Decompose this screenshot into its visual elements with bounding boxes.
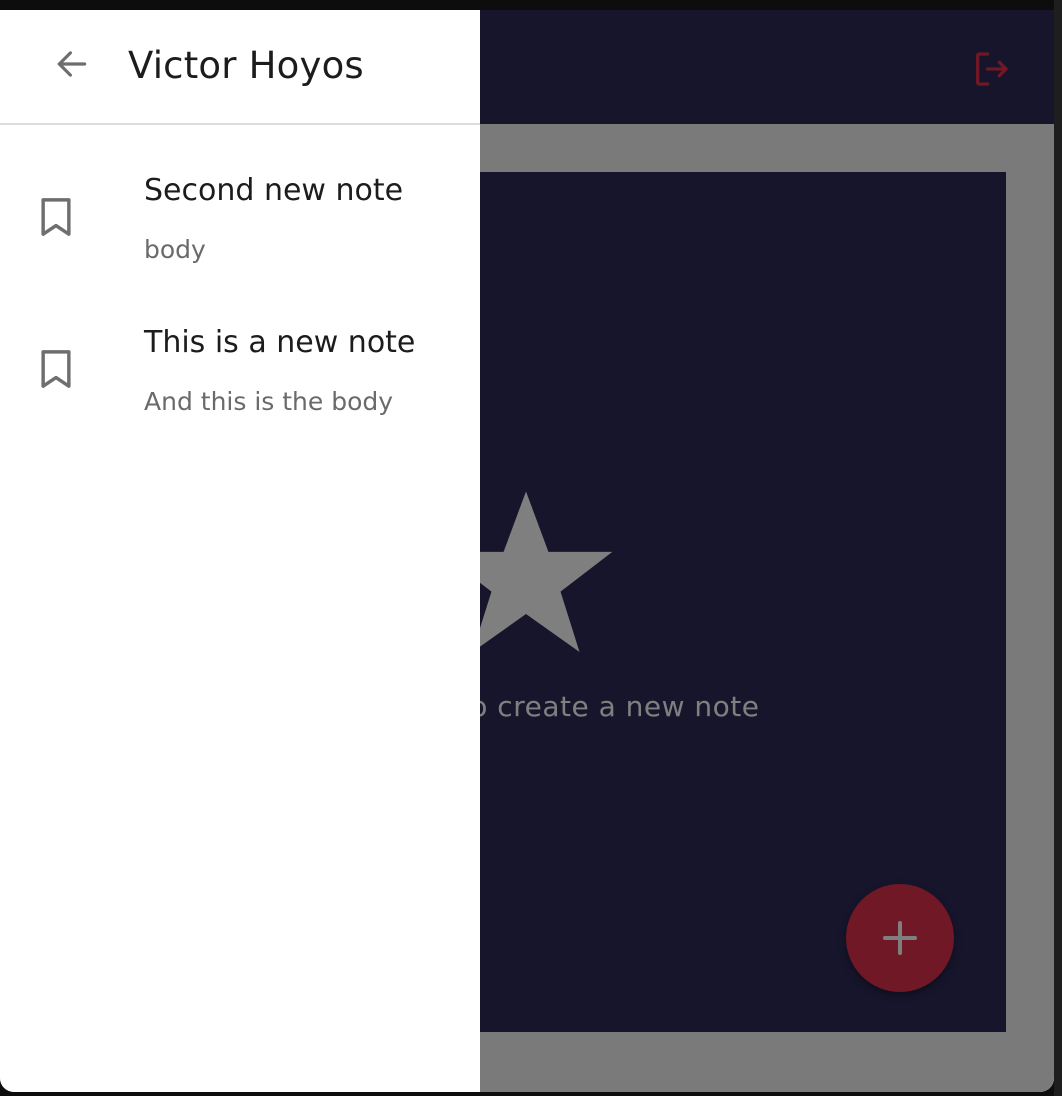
bookmark-icon bbox=[38, 349, 74, 389]
navigation-drawer: Victor Hoyos Second new note body This i… bbox=[0, 10, 480, 1092]
bookmark-icon bbox=[38, 197, 74, 237]
drawer-title: Victor Hoyos bbox=[128, 44, 364, 87]
editor-edge bbox=[1054, 0, 1062, 1096]
note-list-item[interactable]: This is a new note And this is the body bbox=[0, 279, 480, 431]
drawer-header: Victor Hoyos bbox=[0, 10, 480, 125]
note-list: Second new note body This is a new note … bbox=[0, 127, 480, 431]
back-button[interactable] bbox=[50, 42, 94, 86]
arrow-back-icon bbox=[57, 51, 87, 77]
note-body: body bbox=[144, 235, 206, 264]
note-body: And this is the body bbox=[144, 387, 394, 416]
note-list-item[interactable]: Second new note body bbox=[0, 127, 480, 279]
note-title: This is a new note bbox=[144, 325, 416, 360]
note-title: Second new note bbox=[144, 173, 404, 208]
